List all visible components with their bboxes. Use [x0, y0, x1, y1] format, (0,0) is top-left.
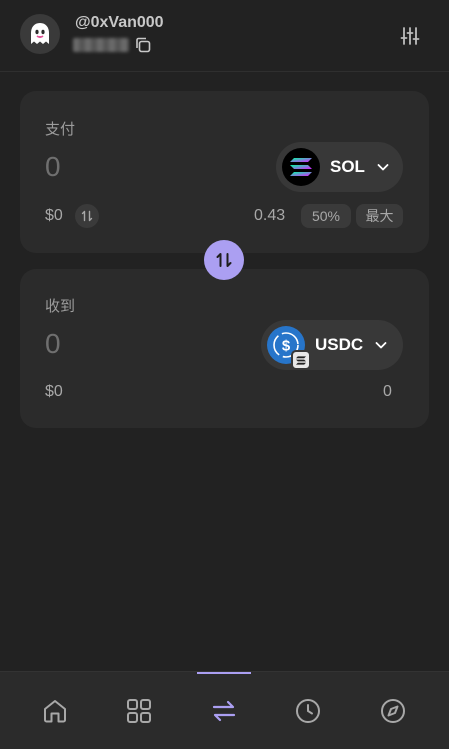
- receive-amount-input[interactable]: [45, 324, 245, 364]
- toggle-usd-button[interactable]: [75, 204, 99, 228]
- pay-balance: 0.43: [254, 207, 286, 224]
- avatar[interactable]: [20, 14, 60, 54]
- ghost-icon: [31, 23, 49, 44]
- receive-card: 收到 $ USDC $0 0: [20, 269, 429, 428]
- home-icon: [44, 700, 66, 723]
- grid-icon: [127, 699, 151, 723]
- settings-button[interactable]: [398, 24, 422, 48]
- sol-token-icon: [282, 148, 320, 186]
- bottom-nav: [0, 671, 449, 749]
- pay-label: 支付: [45, 121, 76, 138]
- flip-tokens-button[interactable]: [204, 240, 244, 280]
- pay-amount-input[interactable]: [45, 147, 245, 187]
- wallet-address: [73, 38, 129, 52]
- header: @0xVan000: [0, 0, 449, 72]
- half-amount-button[interactable]: 50%: [301, 204, 351, 228]
- chevron-down-icon: [377, 164, 389, 171]
- usdc-token-icon: $: [267, 326, 311, 370]
- compass-icon: [381, 699, 405, 723]
- copy-address-button[interactable]: [134, 36, 152, 54]
- account-username[interactable]: @0xVan000: [75, 14, 164, 32]
- swap-vertical-icon: [216, 253, 232, 267]
- swap-icon: [212, 700, 236, 722]
- receive-token-symbol: USDC: [315, 335, 364, 354]
- pay-card: 支付 SOL $0 0.43 50: [20, 91, 429, 253]
- pay-token-selector[interactable]: SOL: [276, 142, 403, 192]
- nav-collectibles[interactable]: [109, 672, 169, 749]
- copy-icon: [136, 37, 151, 53]
- receive-label: 收到: [45, 298, 76, 315]
- nav-explore[interactable]: [363, 672, 423, 749]
- receive-usd-value: $0: [45, 383, 63, 400]
- pay-token-symbol: SOL: [330, 157, 365, 176]
- nav-home[interactable]: [25, 672, 85, 749]
- receive-balance: 0: [383, 383, 392, 400]
- chevron-down-icon: [375, 342, 387, 349]
- max-amount-button[interactable]: 最大: [356, 204, 403, 228]
- pay-usd-value: $0: [45, 207, 63, 224]
- receive-token-selector[interactable]: $ USDC: [261, 320, 403, 370]
- clock-icon: [296, 699, 320, 723]
- swap-vertical-icon: [81, 210, 93, 222]
- nav-activity[interactable]: [278, 672, 338, 749]
- nav-swap[interactable]: [194, 672, 254, 749]
- svg-text:$: $: [282, 338, 291, 355]
- solana-badge-icon: [291, 350, 311, 370]
- sliders-icon: [400, 27, 420, 45]
